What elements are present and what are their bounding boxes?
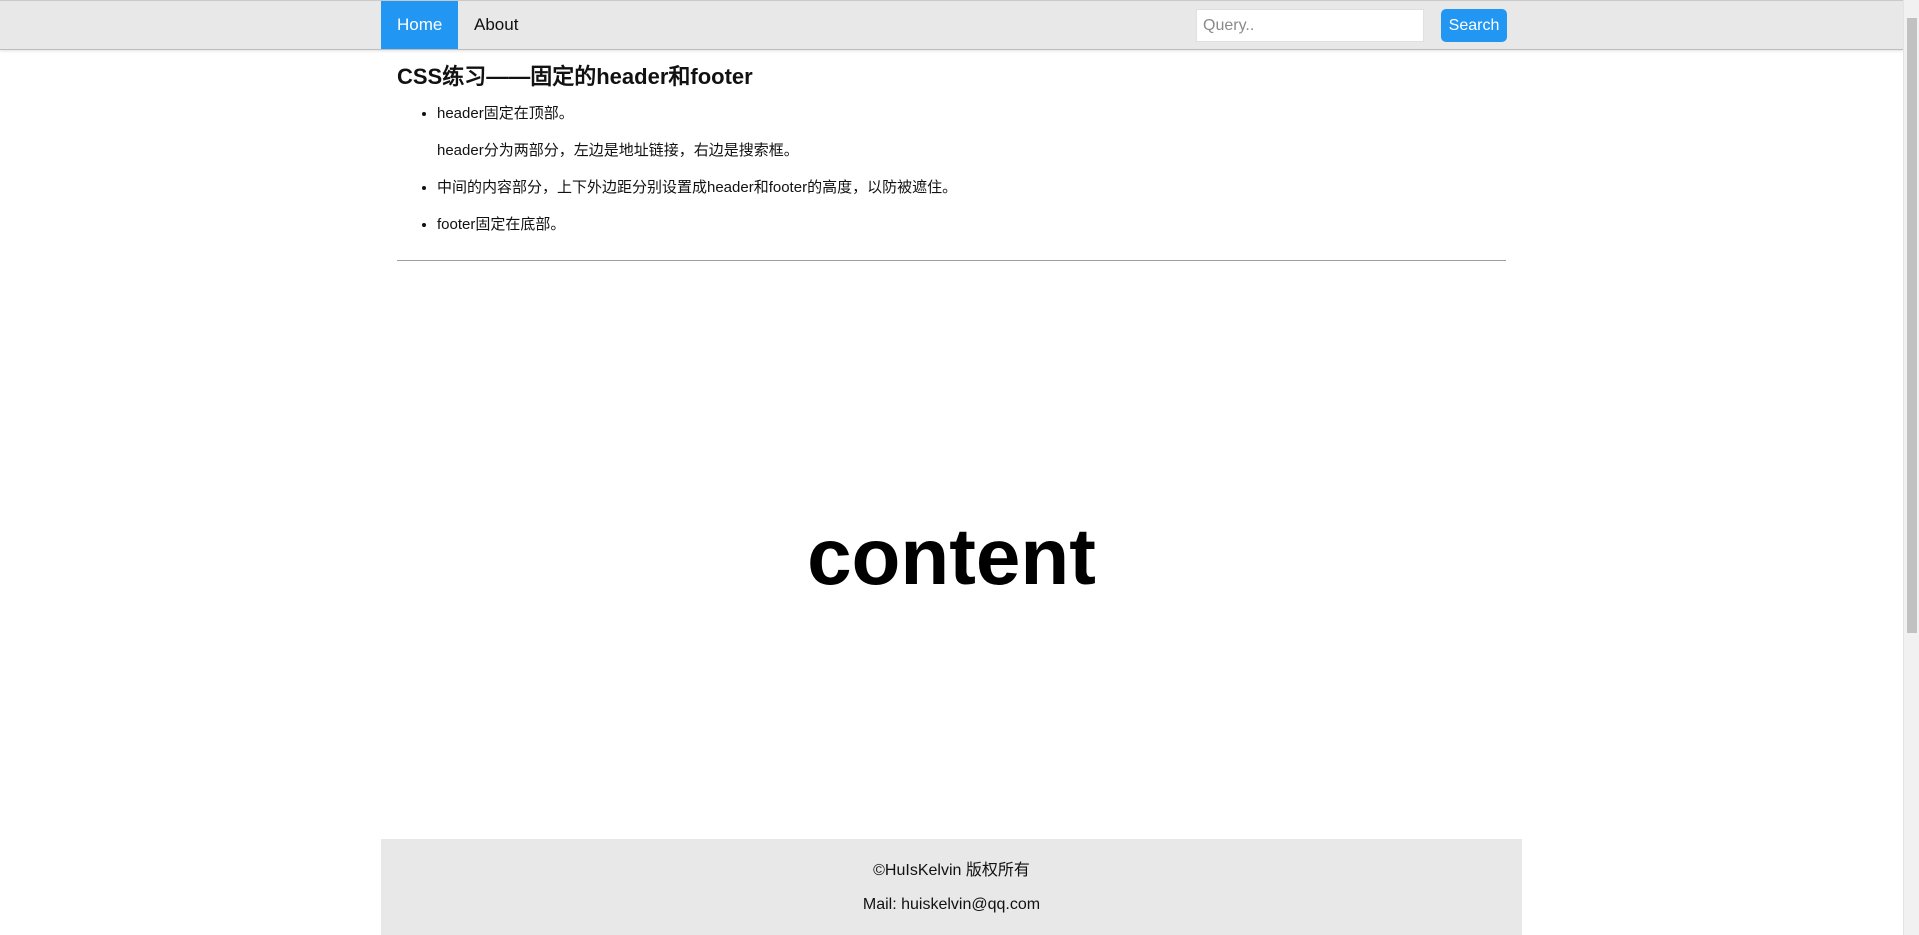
page-title: CSS练习——固定的header和footer	[397, 64, 753, 89]
divider	[397, 260, 1506, 261]
nav-link-about[interactable]: About	[458, 1, 534, 49]
main-content: CSS练习——固定的header和footer header固定在顶部。 hea…	[397, 50, 1506, 601]
site-footer: ©HuIsKelvin 版权所有 Mail: huiskelvin@qq.com	[381, 839, 1522, 935]
search-input[interactable]	[1196, 9, 1424, 42]
note-subtext: header分为两部分，左边是地址链接，右边是搜索框。	[437, 142, 799, 159]
note-text: footer固定在底部。	[437, 216, 566, 233]
notes-list: header固定在顶部。 header分为两部分，左边是地址链接，右边是搜索框。…	[397, 105, 1506, 234]
footer-mail: Mail: huiskelvin@qq.com	[862, 896, 1041, 913]
list-item: footer固定在底部。	[437, 216, 1506, 234]
search-button[interactable]: Search	[1441, 9, 1507, 42]
content-placeholder: content	[807, 512, 1096, 601]
note-text: 中间的内容部分，上下外边距分别设置成header和footer的高度，以防被遮住…	[437, 179, 958, 196]
vertical-scrollbar[interactable]	[1903, 0, 1919, 935]
list-item: 中间的内容部分，上下外边距分别设置成header和footer的高度，以防被遮住…	[437, 179, 1506, 197]
scrollbar-thumb[interactable]	[1907, 18, 1917, 633]
list-item: header固定在顶部。 header分为两部分，左边是地址链接，右边是搜索框。	[437, 105, 1506, 160]
nav-link-home[interactable]: Home	[381, 1, 458, 49]
note-text: header固定在顶部。	[437, 105, 574, 122]
site-header: Home About Search	[0, 0, 1903, 50]
header-container: Home About Search	[381, 1, 1507, 49]
footer-copyright: ©HuIsKelvin 版权所有	[873, 862, 1030, 879]
